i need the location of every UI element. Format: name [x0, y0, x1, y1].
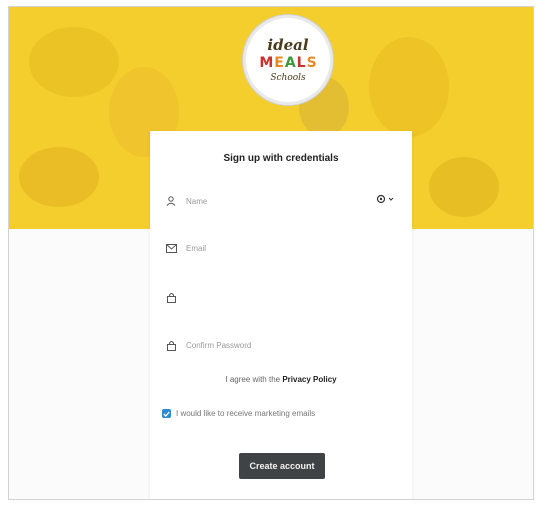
- newsletter-checkbox[interactable]: [162, 409, 171, 418]
- newsletter-row[interactable]: I would like to receive marketing emails: [162, 409, 315, 418]
- name-placeholder: Name: [186, 196, 208, 206]
- signup-card: Sign up with credentials Name Email Conf…: [150, 131, 412, 499]
- form-title: Sign up with credentials: [223, 153, 339, 164]
- privacy-policy-link[interactable]: Privacy Policy: [282, 375, 336, 384]
- agree-prefix: I agree with the: [225, 375, 281, 384]
- visibility-toggle-icon[interactable]: [376, 194, 394, 204]
- lock-icon: [164, 290, 178, 304]
- logo-letter: E: [274, 54, 284, 71]
- email-placeholder: Email: [186, 243, 207, 253]
- password-field[interactable]: [164, 287, 398, 307]
- brand-logo: ideal M E A L S Schools: [243, 15, 333, 105]
- logo-middle-text: M E A L S: [259, 55, 316, 71]
- logo-letter: L: [296, 54, 306, 71]
- page-frame: ideal M E A L S Schools Sign up with cre…: [8, 6, 534, 500]
- mail-icon: [164, 241, 178, 255]
- confirm-password-field[interactable]: Confirm Password: [164, 335, 398, 355]
- email-field[interactable]: Email: [164, 238, 398, 258]
- create-account-button[interactable]: Create account: [239, 453, 325, 479]
- logo-letter: M: [259, 54, 274, 71]
- logo-top-text: ideal: [267, 35, 309, 54]
- logo-letter: S: [306, 54, 317, 71]
- confirm-password-placeholder: Confirm Password: [186, 340, 252, 350]
- lock-icon: [164, 338, 178, 352]
- newsletter-label: I would like to receive marketing emails: [176, 409, 316, 418]
- user-icon: [164, 194, 178, 208]
- logo-letter: A: [284, 54, 296, 71]
- privacy-agreement: I agree with the Privacy Policy: [150, 375, 412, 384]
- name-field[interactable]: Name: [164, 191, 398, 211]
- logo-bottom-text: Schools: [270, 72, 306, 83]
